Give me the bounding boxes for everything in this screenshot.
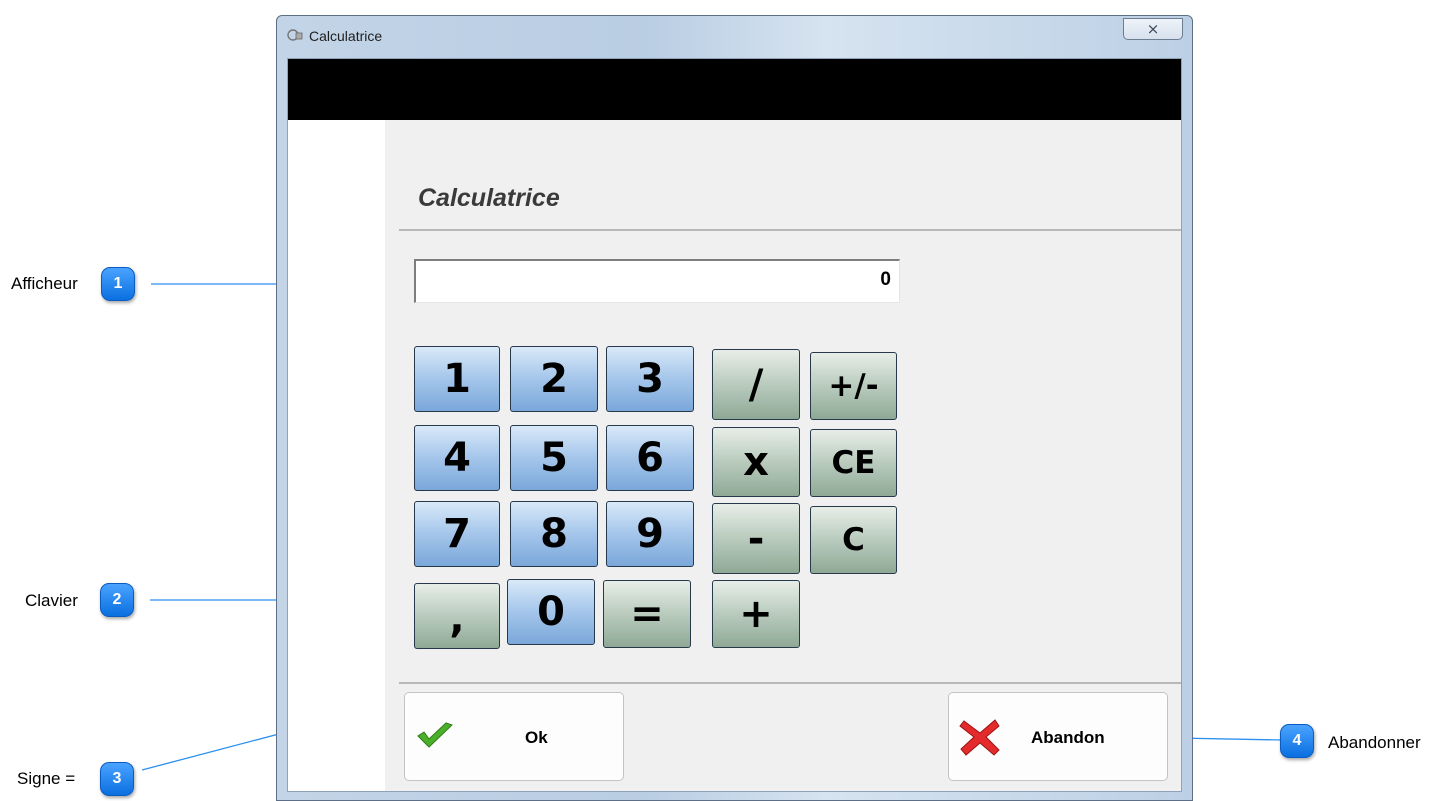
cancel-button-label: Abandon — [1031, 728, 1105, 747]
key-3[interactable]: 3 — [606, 346, 694, 412]
callout-label-keypad: Clavier — [25, 591, 78, 610]
callout-badge-1: 1 — [101, 267, 135, 301]
key-divide[interactable]: / — [712, 349, 800, 420]
key-4[interactable]: 4 — [414, 425, 500, 491]
key-8[interactable]: 8 — [510, 501, 598, 567]
key-minus[interactable]: - — [712, 503, 800, 574]
callout-badge-4: 4 — [1280, 724, 1314, 758]
key-equals[interactable]: = — [603, 580, 691, 648]
window-close-button[interactable]: ⨯ — [1123, 18, 1183, 40]
cancel-button[interactable]: Abandon — [948, 692, 1168, 781]
footer-separator — [399, 682, 1181, 684]
callout-label-equals-sign: Signe = — [17, 769, 76, 788]
dialog-heading: Calculatrice — [418, 184, 560, 212]
callout-label-display: Afficheur — [11, 274, 78, 293]
green-check-icon — [417, 722, 453, 748]
key-multiply[interactable]: x — [712, 427, 800, 497]
callout-label-cancel: Abandonner — [1328, 733, 1421, 752]
key-clear-entry[interactable]: CE — [810, 429, 897, 497]
key-2[interactable]: 2 — [510, 346, 598, 412]
key-clear[interactable]: C — [810, 506, 897, 574]
key-1[interactable]: 1 — [414, 346, 500, 412]
title-bar[interactable]: Calculatrice ⨯ — [277, 16, 1192, 58]
callout-badge-3: 3 — [100, 762, 134, 796]
red-cross-icon — [959, 719, 1000, 756]
key-5[interactable]: 5 — [510, 425, 598, 491]
window-title: Calculatrice — [309, 28, 383, 44]
key-7[interactable]: 7 — [414, 501, 500, 567]
display-field[interactable]: 0 — [414, 259, 900, 303]
callout-badge-2: 2 — [100, 583, 134, 617]
key-plus-minus[interactable]: +/- — [810, 352, 897, 420]
left-side-pane — [288, 120, 385, 791]
key-comma[interactable]: , — [414, 583, 500, 649]
header-band — [288, 59, 1181, 120]
key-6[interactable]: 6 — [606, 425, 694, 491]
key-plus[interactable]: + — [712, 580, 800, 648]
key-9[interactable]: 9 — [606, 501, 694, 567]
dialog-client-area: Calculatrice 0 1 2 3 4 5 6 7 8 9 , 0 = /… — [287, 58, 1182, 792]
close-icon: ⨯ — [1146, 21, 1160, 38]
ok-button-label: Ok — [525, 728, 548, 747]
heading-separator — [399, 229, 1181, 231]
key-0[interactable]: 0 — [507, 579, 595, 645]
calculator-app-icon — [287, 29, 303, 41]
calculator-window: Calculatrice ⨯ Calculatrice 0 1 2 3 4 5 … — [276, 15, 1193, 801]
ok-button[interactable]: Ok — [404, 692, 624, 781]
